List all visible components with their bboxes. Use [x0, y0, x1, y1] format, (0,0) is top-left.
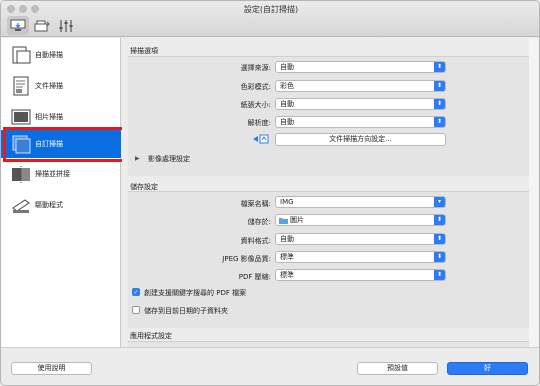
sidebar-item-scan-stitch[interactable]: 掃描並拼接	[1, 159, 121, 190]
sidebar-item-label: 掃描並拼接	[35, 170, 70, 178]
ok-button[interactable]: 好	[447, 362, 528, 375]
color-mode-select[interactable]: 彩色 ⬍	[275, 80, 446, 92]
titlebar: 設定(自訂掃描)	[1, 1, 539, 37]
defaults-button[interactable]: 預設值	[357, 362, 438, 375]
filename-input[interactable]: IMG ▾	[275, 196, 446, 208]
data-format-label: 資料格式:	[240, 237, 271, 245]
chevron-updown-icon: ⬍	[434, 62, 445, 72]
chevron-updown-icon: ⬍	[434, 270, 445, 280]
help-button[interactable]: 使用說明	[11, 362, 92, 375]
pdf-compression-select[interactable]: 標準 ⬍	[275, 269, 446, 281]
keyword-pdf-checkbox[interactable]: ✓	[132, 288, 140, 296]
sidebar-item-label: 自動掃描	[35, 51, 63, 59]
orientation-settings-button[interactable]: 文件掃描方向設定...	[275, 133, 446, 146]
jpeg-quality-select[interactable]: 標準 ⬍	[275, 251, 446, 263]
settings-window: 設定(自訂掃描) 自動掃描 文件掃描 相片掃描 自訂掃描 掃描並拼接 驅動程式 …	[0, 0, 540, 386]
sidebar-item-label: 文件掃描	[35, 82, 63, 90]
sidebar-item-label: 相片掃描	[35, 113, 63, 121]
scan-mode-sidebar: 自動掃描 文件掃描 相片掃描 自訂掃描 掃描並拼接 驅動程式	[1, 38, 121, 347]
chevron-updown-icon: ⬍	[434, 252, 445, 262]
tab-general-settings[interactable]	[55, 16, 77, 35]
chevron-updown-icon: ⬍	[434, 117, 445, 127]
general-settings-icon	[59, 19, 73, 32]
scan-from-operation-panel-icon	[34, 20, 50, 31]
document-scan-icon	[13, 76, 29, 96]
chevron-updown-icon: ⬍	[434, 99, 445, 109]
scan-options-title: 掃描選項	[130, 47, 158, 55]
orientation-icon	[253, 134, 269, 144]
photo-scan-icon	[11, 109, 31, 125]
filename-label: 檔案名稱:	[240, 200, 271, 208]
paper-size-label: 紙張大小:	[240, 101, 271, 109]
selection-highlight-frame	[3, 127, 125, 162]
chevron-updown-icon: ⬍	[434, 81, 445, 91]
settings-pane: 掃描選項 選擇來源: 自動 ⬍ 色彩模式: 彩色 ⬍ 紙張大小: 自動 ⬍ 解析…	[122, 38, 537, 347]
settings-scrollbar[interactable]	[529, 38, 538, 347]
keyword-pdf-label: 創建支援關鍵字搜尋的 PDF 檔案	[144, 289, 247, 297]
resolution-label: 解析度:	[247, 119, 271, 127]
date-subfolder-checkbox[interactable]	[132, 306, 140, 314]
tab-scan-from-computer[interactable]	[7, 16, 29, 35]
scan-stitch-icon	[12, 166, 30, 183]
tab-scan-from-operation-panel[interactable]	[31, 16, 53, 35]
sidebar-item-auto-scan[interactable]: 自動掃描	[1, 40, 121, 71]
pdf-compression-label: PDF 壓縮:	[238, 273, 271, 281]
resolution-select[interactable]: 自動 ⬍	[275, 116, 446, 128]
data-format-select[interactable]: 自動 ⬍	[275, 233, 446, 245]
auto-scan-icon	[12, 46, 31, 64]
window-title: 設定(自訂掃描)	[243, 5, 299, 14]
source-label: 選擇來源:	[240, 64, 271, 72]
chevron-updown-icon: ⬍	[434, 234, 445, 244]
image-processing-toggle[interactable]: 影像處理設定	[148, 154, 190, 164]
jpeg-quality-label: JPEG 影像品質:	[222, 255, 271, 263]
app-settings-title: 應用程式設定	[130, 332, 172, 340]
scan-from-computer-icon	[10, 19, 26, 31]
date-subfolder-label: 儲存到目前日期的子資料夾	[144, 307, 228, 315]
source-select[interactable]: 自動 ⬍	[275, 61, 446, 73]
paper-size-select[interactable]: 自動 ⬍	[275, 98, 446, 110]
sidebar-item-driver[interactable]: 驅動程式	[1, 190, 121, 221]
driver-icon	[12, 199, 30, 213]
chevron-updown-icon: ⬍	[434, 215, 445, 225]
sidebar-item-label: 驅動程式	[35, 201, 63, 209]
save-in-label: 儲存於:	[247, 218, 271, 226]
sidebar-item-document-scan[interactable]: 文件掃描	[1, 71, 121, 102]
save-in-select[interactable]: 圖片 ⬍	[275, 214, 446, 226]
color-mode-label: 色彩模式:	[240, 83, 271, 91]
chevron-down-icon: ▾	[434, 197, 445, 207]
footer-bar: 使用說明 預設值 好	[1, 347, 539, 385]
disclosure-triangle-icon[interactable]: ▶	[135, 155, 140, 162]
folder-icon	[279, 218, 288, 224]
